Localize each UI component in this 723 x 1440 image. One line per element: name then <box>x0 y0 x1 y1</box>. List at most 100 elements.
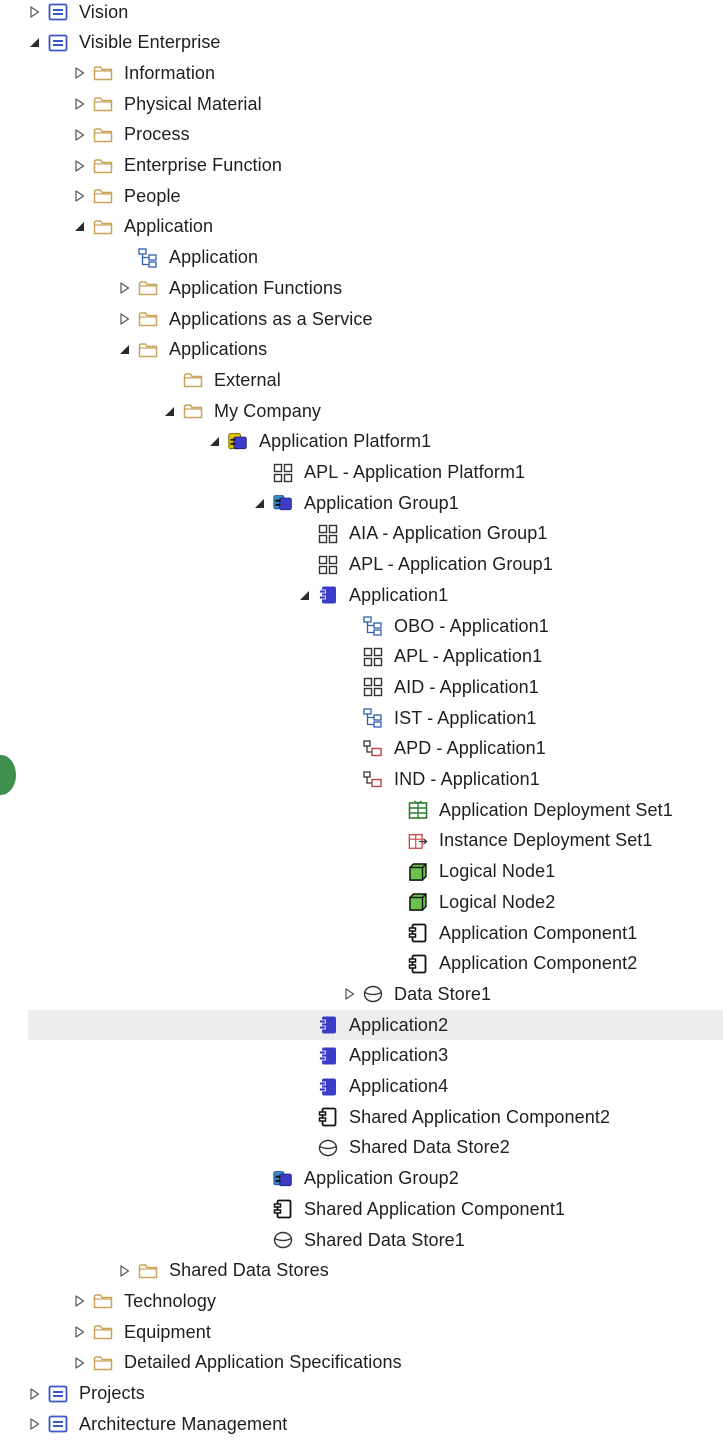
expand-arrow-icon[interactable] <box>118 1265 130 1277</box>
tree-node-architecture-management[interactable]: Architecture Management <box>0 1409 723 1439</box>
collapse-arrow-icon[interactable] <box>28 37 40 49</box>
expand-arrow-icon[interactable] <box>118 313 130 325</box>
folder-icon <box>138 278 158 298</box>
tree-node-label: My Company <box>214 400 322 421</box>
tree-node-instance-deployment-set1[interactable]: Instance Deployment Set1 <box>0 826 723 856</box>
expand-arrow-icon[interactable] <box>343 988 355 1000</box>
tree-node-detailed-application-specifications[interactable]: Detailed Application Specifications <box>0 1348 723 1378</box>
tree-node-shared-application-component1[interactable]: Shared Application Component1 <box>0 1194 723 1224</box>
application-group-icon <box>273 1169 293 1189</box>
application-component-icon <box>408 923 428 943</box>
expand-arrow-icon[interactable] <box>73 190 85 202</box>
expand-arrow-icon[interactable] <box>73 1295 85 1307</box>
tree-node-label: Visible Enterprise <box>79 32 221 53</box>
collapse-arrow-icon[interactable] <box>208 436 220 448</box>
expand-arrow-icon[interactable] <box>28 6 40 18</box>
tree-node-application2[interactable]: Application2 <box>28 1010 723 1041</box>
expand-arrow-icon[interactable] <box>73 159 85 172</box>
tree-node-label: Shared Data Stores <box>169 1260 329 1281</box>
tree-node-label: IND - Application1 <box>394 769 540 789</box>
expand-arrow-icon[interactable] <box>73 1357 85 1369</box>
tree-node-visible-enterprise[interactable]: Visible Enterprise <box>0 28 723 58</box>
tree-node-external[interactable]: External <box>0 365 723 395</box>
tree-node-physical-material[interactable]: Physical Material <box>0 89 723 119</box>
collapse-arrow-icon[interactable] <box>253 497 265 509</box>
toggle-spacer <box>253 1173 265 1185</box>
tree-node-label: Data Store1 <box>394 983 492 1004</box>
deployment-set-icon <box>408 800 428 820</box>
tree-node-application-functions[interactable]: Application Functions <box>0 273 723 303</box>
folder-icon <box>93 125 113 145</box>
tree-node-application4[interactable]: Application4 <box>0 1072 723 1102</box>
collapse-arrow-icon[interactable] <box>163 405 175 417</box>
tree-node-label: Process <box>124 124 190 145</box>
tree-node-equipment[interactable]: Equipment <box>0 1317 723 1347</box>
expand-arrow-icon[interactable] <box>73 1326 85 1338</box>
tree-node-data-store1[interactable]: Data Store1 <box>0 979 723 1009</box>
tree-node-application-group2[interactable]: Application Group2 <box>0 1164 723 1194</box>
tree-node-applications-as-a-service[interactable]: Applications as a Service <box>0 304 723 334</box>
tree-node-applications[interactable]: Applications <box>0 335 723 365</box>
folder-icon <box>93 217 113 237</box>
tree-node-application-component1[interactable]: Application Component1 <box>0 918 723 948</box>
tree-node-label: AIA - Application Group1 <box>349 523 548 544</box>
toggle-spacer <box>343 681 355 693</box>
tree-node-apl-application-group1[interactable]: APL - Application Group1 <box>0 550 723 580</box>
tree-node-apl-application1[interactable]: APL - Application1 <box>0 642 723 672</box>
tree-node-vision[interactable]: Vision <box>0 0 723 27</box>
tree-node-label: Technology <box>124 1290 217 1311</box>
tree-node-people[interactable]: People <box>0 181 723 211</box>
tree-node-enterprise-function[interactable]: Enterprise Function <box>0 151 723 181</box>
tree-node-shared-data-stores[interactable]: Shared Data Stores <box>0 1256 723 1286</box>
tree-node-logical-node1[interactable]: Logical Node1 <box>0 857 723 887</box>
tree-node-obo-application1[interactable]: OBO - Application1 <box>0 611 723 641</box>
toggle-spacer <box>388 835 400 847</box>
tree-node-application3[interactable]: Application3 <box>0 1041 723 1071</box>
collapse-arrow-icon[interactable] <box>73 221 85 233</box>
tree-node-ind-application1[interactable]: IND - Application1 <box>0 765 723 795</box>
logical-node-icon <box>408 862 428 882</box>
tree-node-information[interactable]: Information <box>0 58 723 88</box>
tree-node-shared-data-store2[interactable]: Shared Data Store2 <box>0 1133 723 1163</box>
tree-node-apl-application-platform1[interactable]: APL - Application Platform1 <box>0 458 723 488</box>
tree-node-application[interactable]: Application <box>0 243 723 273</box>
tree-node-application-deployment-set1[interactable]: Application Deployment Set1 <box>0 795 723 825</box>
toggle-spacer <box>298 1081 310 1093</box>
toggle-spacer <box>298 1111 310 1123</box>
expand-arrow-icon[interactable] <box>28 1387 40 1400</box>
tree-node-label: Applications <box>169 339 268 360</box>
tree-node-application1[interactable]: Application1 <box>0 580 723 610</box>
tree-node-technology[interactable]: Technology <box>0 1286 723 1316</box>
logical-node-icon <box>408 892 428 912</box>
tree-node-shared-application-component2[interactable]: Shared Application Component2 <box>0 1102 723 1132</box>
expand-arrow-icon[interactable] <box>28 1418 40 1430</box>
tree-node-projects[interactable]: Projects <box>0 1379 723 1409</box>
application-component-icon <box>318 1107 338 1127</box>
tree-node-aia-application-group1[interactable]: AIA - Application Group1 <box>0 519 723 549</box>
collapse-arrow-icon[interactable] <box>118 344 130 356</box>
folder-icon <box>93 186 113 206</box>
tree-node-ist-application1[interactable]: IST - Application1 <box>0 703 723 733</box>
collapse-arrow-icon[interactable] <box>298 589 310 601</box>
tree-node-application-platform1[interactable]: Application Platform1 <box>0 427 723 457</box>
tree-node-application[interactable]: Application <box>0 212 723 242</box>
folder-icon <box>93 94 113 114</box>
tree-node-shared-data-store1[interactable]: Shared Data Store1 <box>0 1225 723 1255</box>
tree-node-label: Equipment <box>124 1321 211 1342</box>
tree-node-my-company[interactable]: My Company <box>0 396 723 426</box>
expand-arrow-icon[interactable] <box>73 98 85 110</box>
tree-node-application-component2[interactable]: Application Component2 <box>0 949 723 979</box>
diagram-hierarchy-icon <box>363 616 383 636</box>
tree-node-label: Application Functions <box>169 277 343 298</box>
expand-arrow-icon[interactable] <box>118 282 130 294</box>
tree-node-label: AID - Application1 <box>394 676 539 697</box>
tree-node-process[interactable]: Process <box>0 120 723 150</box>
tree-node-logical-node2[interactable]: Logical Node2 <box>0 887 723 917</box>
tree-node-application-group1[interactable]: Application Group1 <box>0 488 723 518</box>
tree-node-apd-application1[interactable]: APD - Application1 <box>0 734 723 764</box>
diagram-grid-icon <box>273 463 293 483</box>
tree-node-aid-application1[interactable]: AID - Application1 <box>0 672 723 702</box>
diagram-hierarchy-icon <box>138 247 158 268</box>
expand-arrow-icon[interactable] <box>73 129 85 141</box>
expand-arrow-icon[interactable] <box>73 67 85 79</box>
